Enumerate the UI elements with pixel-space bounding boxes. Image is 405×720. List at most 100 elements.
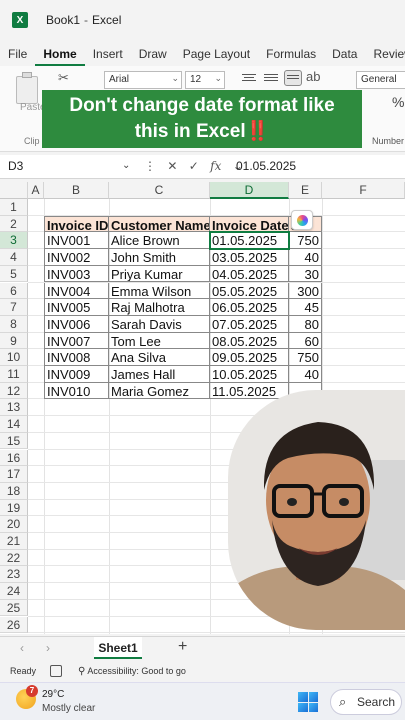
row-header-21[interactable]: 21 — [0, 533, 28, 550]
table-cell[interactable]: Tom Lee — [109, 332, 210, 350]
row-header-18[interactable]: 18 — [0, 482, 28, 500]
font-name-select[interactable]: Arial ⌄ — [104, 71, 182, 89]
row-header-9[interactable]: 9 — [0, 332, 28, 350]
row-header-19[interactable]: 19 — [0, 499, 28, 517]
table-cell[interactable]: INV008 — [44, 349, 109, 366]
copilot-button[interactable] — [291, 210, 313, 230]
row-header-15[interactable]: 15 — [0, 432, 28, 450]
align-top-icon[interactable] — [242, 72, 256, 84]
table-cell[interactable]: 10.05.2025 — [210, 366, 289, 383]
row-header-5[interactable]: 5 — [0, 265, 28, 283]
wrap-text-icon[interactable]: ab — [306, 69, 320, 84]
table-cell[interactable]: INV001 — [44, 232, 109, 250]
weather-temperature[interactable]: 29°C — [42, 689, 64, 700]
column-header-d[interactable]: D — [210, 182, 289, 199]
table-cell[interactable]: Sarah Davis — [109, 315, 210, 333]
table-cell[interactable]: Raj Malhotra — [109, 299, 210, 316]
column-header-b[interactable]: B — [44, 182, 109, 199]
row-header-14[interactable]: 14 — [0, 416, 28, 433]
table-cell[interactable]: 40 — [289, 249, 322, 266]
select-all-corner[interactable] — [0, 182, 28, 199]
table-cell[interactable]: Alice Brown — [109, 232, 210, 250]
number-format-select[interactable]: General — [356, 71, 405, 89]
column-header-e[interactable]: E — [289, 182, 322, 199]
table-cell[interactable]: INV006 — [44, 315, 109, 333]
table-cell[interactable]: 08.05.2025 — [210, 332, 289, 350]
add-sheet-button[interactable]: + — [178, 638, 187, 656]
table-cell[interactable]: 300 — [289, 282, 322, 300]
insert-function-icon[interactable]: fx — [210, 159, 221, 173]
table-header-cell[interactable]: Invoice ID — [44, 215, 109, 233]
align-bottom-icon[interactable] — [284, 70, 302, 86]
cut-icon[interactable]: ✂ — [58, 70, 69, 86]
paste-icon[interactable] — [16, 72, 42, 106]
row-header-25[interactable]: 25 — [0, 599, 28, 617]
row-header-10[interactable]: 10 — [0, 349, 28, 366]
table-cell[interactable]: 750 — [289, 232, 322, 250]
cancel-icon[interactable]: ✕ — [167, 159, 177, 173]
table-cell[interactable]: James Hall — [109, 366, 210, 383]
row-header-13[interactable]: 13 — [0, 399, 28, 417]
table-cell[interactable]: 03.05.2025 — [210, 249, 289, 266]
table-cell[interactable]: 60 — [289, 332, 322, 350]
table-cell[interactable]: John Smith — [109, 249, 210, 266]
align-middle-icon[interactable] — [264, 72, 278, 84]
row-header-22[interactable]: 22 — [0, 549, 28, 567]
row-header-6[interactable]: 6 — [0, 282, 28, 300]
row-header-1[interactable]: 1 — [0, 199, 28, 216]
tab-draw[interactable]: Draw — [131, 42, 175, 66]
table-cell[interactable]: 11.05.2025 — [210, 382, 289, 400]
column-header-f[interactable]: F — [322, 182, 405, 199]
windows-start-icon[interactable] — [298, 692, 318, 712]
row-header-24[interactable]: 24 — [0, 583, 28, 600]
row-header-8[interactable]: 8 — [0, 315, 28, 333]
tab-page-layout[interactable]: Page Layout — [175, 42, 258, 66]
row-header-16[interactable]: 16 — [0, 449, 28, 467]
table-cell[interactable]: INV004 — [44, 282, 109, 300]
accessibility-status[interactable]: ⚲ Accessibility: Good to go — [78, 666, 186, 677]
name-box[interactable]: D3 — [8, 159, 23, 173]
tab-formulas[interactable]: Formulas — [258, 42, 324, 66]
table-cell[interactable]: 05.05.2025 — [210, 282, 289, 300]
table-cell[interactable]: 06.05.2025 — [210, 299, 289, 316]
table-cell[interactable]: INV003 — [44, 265, 109, 283]
row-header-7[interactable]: 7 — [0, 299, 28, 316]
table-header-cell[interactable]: Invoice Date — [210, 215, 289, 233]
row-header-12[interactable]: 12 — [0, 382, 28, 400]
macro-record-icon[interactable] — [50, 665, 62, 677]
sheet-tab-sheet1[interactable]: Sheet1 — [94, 637, 142, 659]
percent-style-icon[interactable]: % — [392, 94, 404, 110]
tab-review[interactable]: Review — [365, 42, 405, 66]
table-cell[interactable]: Emma Wilson — [109, 282, 210, 300]
row-header-2[interactable]: 2 — [0, 215, 28, 233]
chevron-down-icon[interactable]: ⌄ — [122, 160, 130, 171]
column-header-c[interactable]: C — [109, 182, 210, 199]
table-cell[interactable]: Ana Silva — [109, 349, 210, 366]
taskbar-search[interactable]: ⌕ Search — [330, 689, 402, 715]
row-header-23[interactable]: 23 — [0, 566, 28, 584]
table-cell[interactable]: 07.05.2025 — [210, 315, 289, 333]
row-header-11[interactable]: 11 — [0, 366, 28, 383]
row-header-26[interactable]: 26 — [0, 616, 28, 634]
formula-input[interactable]: 01.05.2025 — [236, 159, 296, 173]
tab-insert[interactable]: Insert — [85, 42, 131, 66]
row-header-3[interactable]: 3 — [0, 232, 28, 250]
table-cell[interactable]: INV009 — [44, 366, 109, 383]
enter-icon[interactable]: ✓ — [189, 159, 199, 173]
table-cell[interactable]: Maria Gomez — [109, 382, 210, 400]
table-cell[interactable]: 45 — [289, 299, 322, 316]
table-cell[interactable]: 09.05.2025 — [210, 349, 289, 366]
table-header-cell[interactable]: Customer Name — [109, 215, 210, 233]
chevron-right-icon[interactable]: › — [46, 641, 50, 655]
tab-data[interactable]: Data — [324, 42, 365, 66]
more-options-icon[interactable]: ⋮ — [144, 159, 156, 173]
table-cell[interactable]: INV002 — [44, 249, 109, 266]
table-cell[interactable]: INV005 — [44, 299, 109, 316]
table-cell[interactable]: 30 — [289, 265, 322, 283]
row-header-4[interactable]: 4 — [0, 249, 28, 266]
table-cell[interactable]: 40 — [289, 366, 322, 383]
row-header-17[interactable]: 17 — [0, 466, 28, 483]
weather-description[interactable]: Mostly clear — [42, 703, 95, 714]
tab-home[interactable]: Home — [35, 42, 85, 66]
table-cell[interactable]: Priya Kumar — [109, 265, 210, 283]
